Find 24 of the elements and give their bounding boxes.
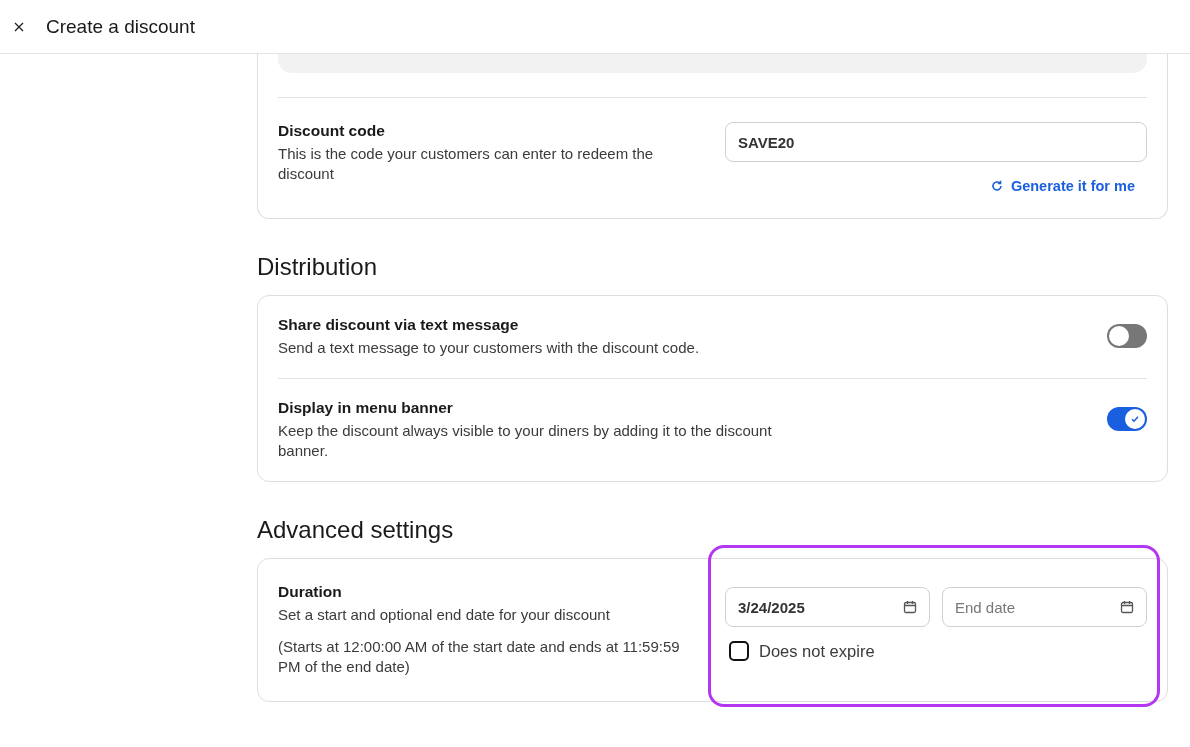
calendar-icon[interactable]	[903, 600, 917, 614]
field-label: Discount code	[278, 122, 386, 140]
checkmark-icon	[1130, 414, 1140, 424]
toggle-switch[interactable]	[1107, 324, 1147, 348]
field-description: This is the code your customers can enter to redeem the discount	[278, 144, 655, 184]
field-description: Set a start and optional end date for your discount	[278, 605, 611, 625]
section-heading: Advanced settings	[257, 515, 455, 545]
generate-link[interactable]: Generate it for me	[990, 178, 1135, 194]
calendar-icon[interactable]	[1120, 600, 1134, 614]
field-label: Duration	[278, 583, 343, 601]
end-date-field[interactable]: End date	[942, 587, 1147, 627]
toggle-switch[interactable]	[1107, 407, 1147, 431]
checkbox[interactable]	[729, 641, 749, 661]
toggle-label: Display in menu banner	[278, 399, 454, 417]
refresh-icon	[990, 180, 1003, 192]
toggle-description: Keep the discount always visible to your diners by adding it to the discount banner.	[278, 421, 773, 461]
toggle-label: Share discount via text message	[278, 316, 520, 334]
discount-code-field[interactable]: SAVE20	[725, 122, 1147, 162]
page-title: Create a discount	[46, 15, 195, 38]
field-note: (Starts at 12:00:00 AM of the start date and ends at 11:59:59 PM of the end date)	[278, 637, 681, 677]
section-heading: Distribution	[257, 252, 379, 282]
toggle-description: Send a text message to your customers with the discount code.	[278, 338, 700, 358]
checkbox-label: Does not expire	[759, 641, 875, 661]
start-date-field[interactable]: 3/24/2025	[725, 587, 930, 627]
